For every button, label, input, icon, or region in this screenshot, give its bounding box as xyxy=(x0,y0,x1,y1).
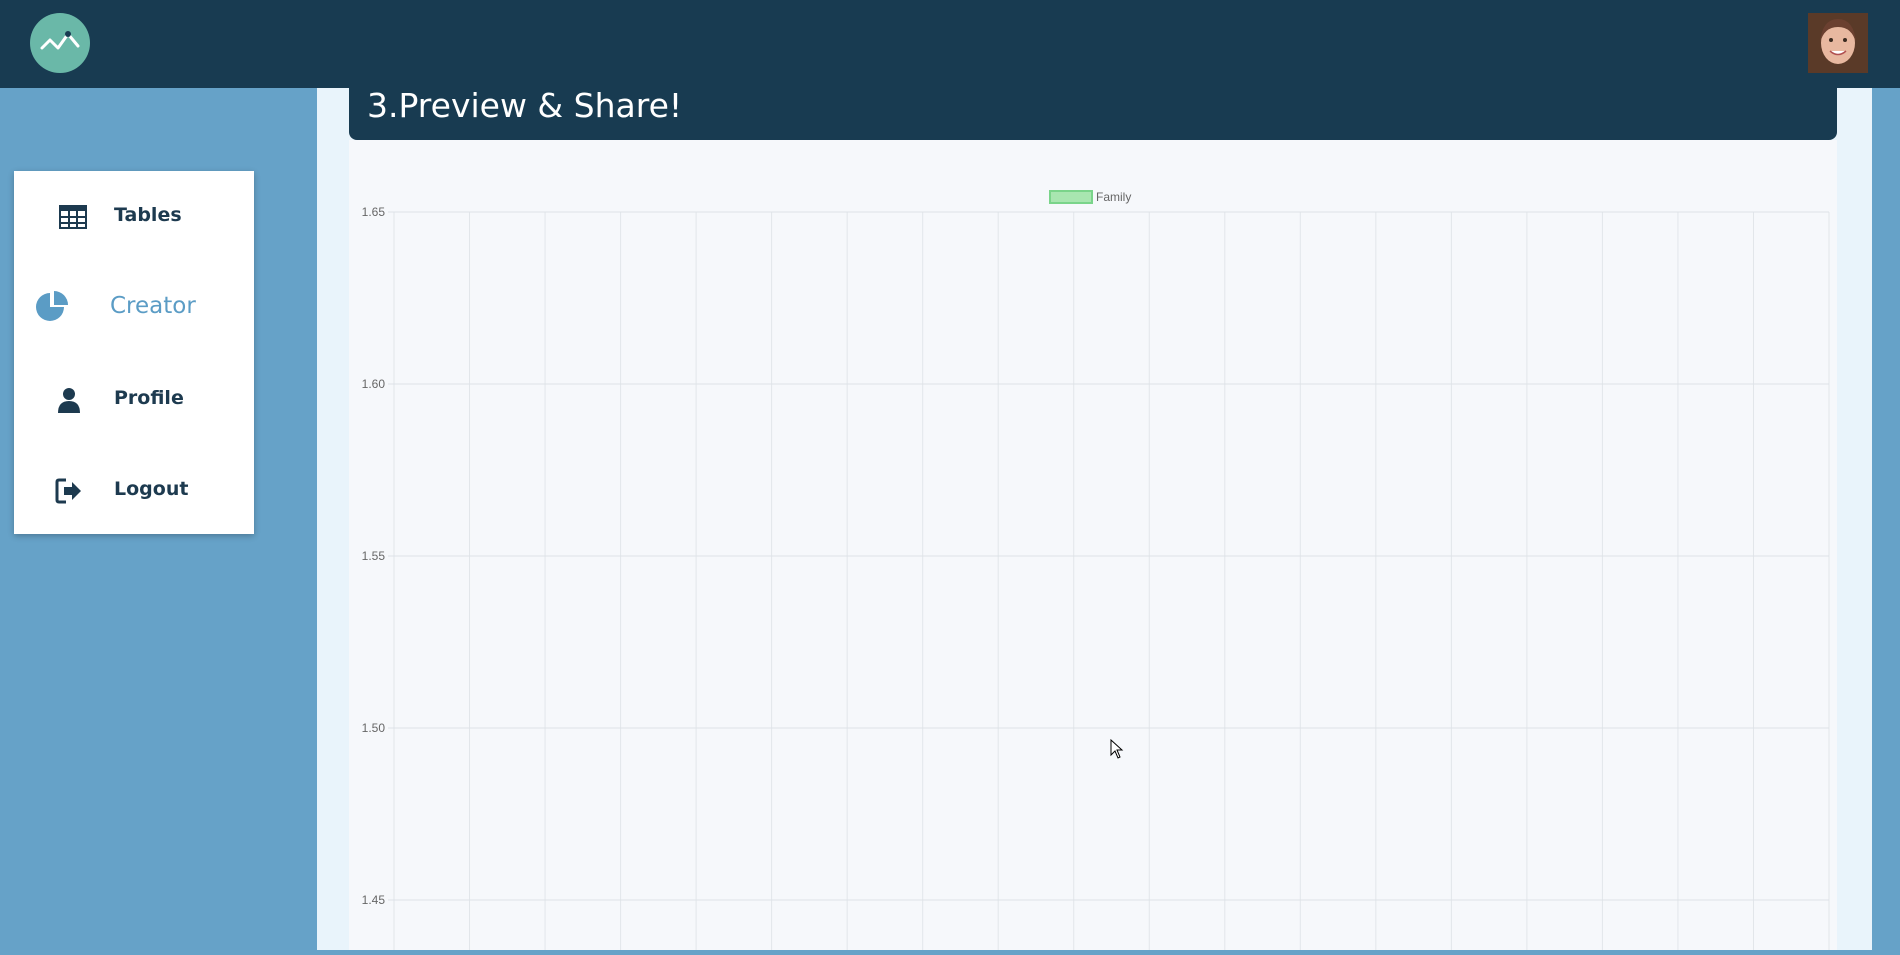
chart-preview: 1.65 1.60 1.55 1.50 1.45 Family xyxy=(349,140,1837,950)
mouse-cursor-icon xyxy=(1110,738,1124,764)
pie-chart-icon xyxy=(36,291,68,321)
user-icon xyxy=(58,388,80,413)
user-avatar-photo xyxy=(1808,13,1868,73)
table-icon xyxy=(59,205,87,229)
sidebar-item-label: Logout xyxy=(114,478,189,500)
app-logo[interactable] xyxy=(30,13,90,73)
top-navbar xyxy=(0,0,1900,88)
user-avatar[interactable] xyxy=(1808,13,1868,73)
sidebar-item-label: Profile xyxy=(114,387,184,409)
y-tick-label: 1.65 xyxy=(362,205,386,219)
y-axis: 1.65 1.60 1.55 1.50 1.45 xyxy=(362,205,386,907)
section-title: 3.Preview & Share! xyxy=(367,86,683,125)
legend-swatch-family xyxy=(1049,190,1093,204)
sidebar-item-creator[interactable]: Creator xyxy=(14,277,254,337)
sidebar-nav: Tables Creator Profile Logout xyxy=(14,171,254,534)
y-tick-label: 1.60 xyxy=(362,377,386,391)
sidebar-item-label: Creator xyxy=(110,293,196,319)
y-tick-label: 1.45 xyxy=(362,893,386,907)
logout-icon xyxy=(55,478,81,504)
sidebar-item-label: Tables xyxy=(114,204,182,226)
chart-grid xyxy=(388,211,1830,950)
chart-svg: 1.65 1.60 1.55 1.50 1.45 Family xyxy=(362,190,1830,950)
y-tick-label: 1.55 xyxy=(362,549,386,563)
pulse-logo-icon xyxy=(40,31,80,50)
sidebar-item-tables[interactable]: Tables xyxy=(14,186,254,246)
legend-label-family: Family xyxy=(1096,190,1131,204)
sidebar-item-logout[interactable]: Logout xyxy=(14,460,254,520)
y-tick-label: 1.50 xyxy=(362,721,386,735)
chart-legend: Family xyxy=(1049,190,1131,204)
sidebar-item-profile[interactable]: Profile xyxy=(14,369,254,429)
